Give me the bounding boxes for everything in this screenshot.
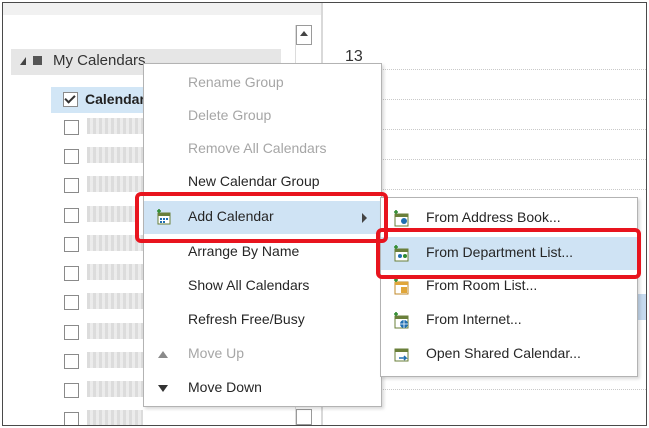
time-slot-line (373, 159, 646, 160)
time-slot-line (373, 129, 646, 130)
calendar-checkbox[interactable] (64, 325, 79, 340)
calendar-checkbox[interactable] (64, 295, 79, 310)
group-label: My Calendars (53, 52, 146, 69)
calendar-checkbox[interactable] (64, 149, 79, 164)
blurred-calendar-name (87, 206, 139, 222)
shared-calendar-icon (394, 348, 409, 362)
calendar-checkbox[interactable] (63, 92, 78, 107)
menu-item-label: Rename Group (188, 74, 284, 90)
annotation-highlight-department-list (376, 228, 641, 279)
menu-item-label: Move Down (188, 379, 262, 395)
pane-top-strip (3, 3, 321, 15)
blurred-calendar-name (87, 118, 147, 134)
submenu-item-label: From Internet... (426, 311, 522, 327)
blurred-calendar-name (87, 352, 145, 368)
calendar-checkbox[interactable] (64, 266, 79, 281)
calendar-checkbox[interactable] (64, 237, 79, 252)
submenu-item-label: Open Shared Calendar... (426, 345, 581, 361)
menu-item-show-all-calendars[interactable]: Show All Calendars (144, 270, 381, 303)
menu-item-remove-all-calendars[interactable]: Remove All Calendars (144, 133, 381, 166)
calendar-checkbox[interactable] (64, 354, 79, 369)
collapse-triangle-icon[interactable] (20, 57, 26, 65)
menu-item-label: Delete Group (188, 107, 272, 123)
add-calendar-submenu: From Address Book... From Department Lis… (380, 197, 638, 377)
scroll-down-button[interactable] (296, 409, 312, 425)
blurred-calendar-name (87, 176, 147, 192)
menu-item-label: New Calendar Group (188, 173, 320, 189)
blurred-calendar-name (87, 147, 147, 163)
menu-item-label: Remove All Calendars (188, 140, 327, 156)
calendar-checkbox[interactable] (64, 412, 79, 425)
down-arrow-icon (158, 385, 168, 392)
time-slot-line (373, 389, 646, 390)
blurred-calendar-name (87, 264, 147, 280)
calendar-checkbox[interactable] (64, 120, 79, 135)
time-slot-line (373, 189, 646, 190)
submenu-item-label: From Address Book... (426, 209, 561, 225)
menu-item-move-down[interactable]: Move Down (144, 372, 381, 405)
up-arrow-icon (158, 351, 168, 358)
blurred-calendar-name (87, 381, 143, 397)
internet-calendar-icon (394, 312, 409, 329)
menu-item-label: Show All Calendars (188, 277, 310, 293)
annotation-highlight-add-calendar (135, 192, 388, 243)
calendar-label: Calendar (85, 91, 145, 107)
time-slot-line (373, 69, 646, 70)
menu-item-label: Move Up (188, 345, 245, 361)
menu-item-label: Refresh Free/Busy (188, 311, 305, 327)
submenu-item-label: From Room List... (426, 277, 538, 293)
scroll-up-icon[interactable] (296, 25, 312, 45)
room-list-icon (394, 278, 409, 295)
submenu-item-from-internet[interactable]: From Internet... (381, 304, 637, 337)
menu-item-rename-group[interactable]: Rename Group (144, 67, 381, 100)
calendar-checkbox[interactable] (64, 208, 79, 223)
calendar-checkbox[interactable] (64, 383, 79, 398)
group-square-icon (33, 56, 42, 65)
time-slot-line (373, 99, 646, 100)
menu-item-move-up[interactable]: Move Up (144, 338, 381, 371)
blurred-calendar-name (87, 293, 147, 309)
submenu-item-open-shared-calendar[interactable]: Open Shared Calendar... (381, 338, 637, 371)
address-book-icon (394, 210, 409, 227)
blurred-calendar-name (87, 410, 143, 425)
menu-item-label: Arrange By Name (188, 243, 300, 259)
blurred-calendar-name (87, 323, 143, 339)
calendar-checkbox[interactable] (64, 178, 79, 193)
menu-item-delete-group[interactable]: Delete Group (144, 100, 381, 133)
menu-item-refresh-free-busy[interactable]: Refresh Free/Busy (144, 304, 381, 337)
